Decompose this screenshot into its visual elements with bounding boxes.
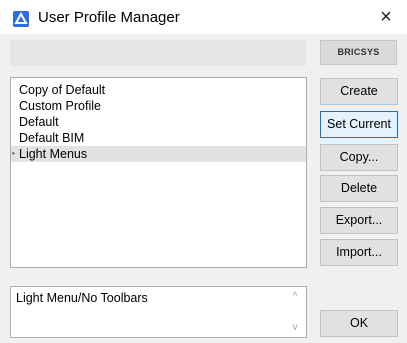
bricsys-logo: BRICSYS [320, 40, 397, 65]
list-item-label: Default [19, 115, 59, 129]
list-item-label: Copy of Default [19, 83, 106, 97]
list-item[interactable]: Default BIM [11, 130, 306, 146]
app-icon [13, 11, 29, 27]
delete-button[interactable]: Delete [320, 175, 398, 202]
list-item[interactable]: Default [11, 114, 306, 130]
list-item[interactable]: Custom Profile [11, 98, 306, 114]
list-item[interactable]: Copy of Default [11, 82, 306, 98]
profile-description: Light Menu/No Toolbars ^ v [10, 286, 307, 338]
export-button[interactable]: Export... [320, 207, 398, 234]
list-item-label: Default BIM [19, 131, 85, 145]
list-item-selected[interactable]: • Light Menus [11, 146, 306, 162]
ok-button[interactable]: OK [320, 310, 398, 337]
set-current-button[interactable]: Set Current [320, 111, 398, 138]
create-button[interactable]: Create [320, 78, 398, 105]
current-profile-marker: • [12, 149, 15, 158]
window-title: User Profile Manager [38, 9, 180, 26]
copy-button[interactable]: Copy... [320, 144, 398, 171]
header-panel [10, 40, 306, 66]
scroll-up-icon[interactable]: ^ [290, 292, 300, 302]
list-item-label: Custom Profile [19, 99, 101, 113]
close-icon[interactable]: × [373, 5, 399, 29]
scroll-down-icon[interactable]: v [290, 323, 300, 333]
import-button[interactable]: Import... [320, 239, 398, 266]
title-bar: User Profile Manager × [0, 0, 407, 34]
description-text: Light Menu/No Toolbars [16, 291, 148, 305]
list-item-label: Light Menus [19, 147, 88, 161]
profile-list[interactable]: Copy of Default Custom Profile Default D… [10, 77, 307, 268]
